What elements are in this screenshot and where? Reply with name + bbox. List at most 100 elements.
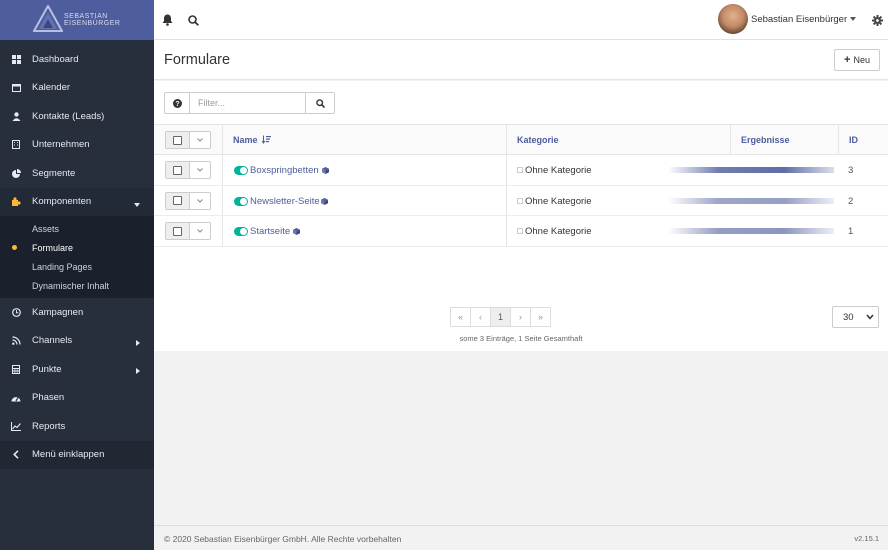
form-name-link[interactable]: Newsletter-Seite xyxy=(250,196,320,207)
column-divider xyxy=(506,216,507,246)
svg-text:?: ? xyxy=(175,101,179,108)
sidebar-item-label: Kalender xyxy=(32,82,71,94)
filter-help-button[interactable]: ? xyxy=(164,92,190,114)
gear-icon[interactable] xyxy=(870,13,884,27)
sidebar-item-reports[interactable]: Reports xyxy=(0,412,154,441)
sub-item-assets[interactable]: Assets xyxy=(0,219,154,238)
column-divider xyxy=(506,185,507,215)
new-button[interactable]: + Neu xyxy=(834,49,880,71)
logo[interactable]: SEBASTIAN EISENBÜRGER xyxy=(0,0,154,40)
row-checkbox[interactable] xyxy=(165,191,211,210)
sidebar-item-contacts[interactable]: Kontakte (Leads) xyxy=(0,102,154,131)
search-icon xyxy=(315,98,325,108)
next-page-button[interactable]: › xyxy=(510,307,531,327)
column-header-name-label: Name xyxy=(233,135,258,145)
first-page-button[interactable]: « xyxy=(450,307,471,327)
pagination-info: some 3 Einträge, 1 Seite Gesamthaft xyxy=(459,334,583,343)
category-color-box xyxy=(517,167,523,173)
sidebar-item-label: Reports xyxy=(32,420,66,432)
search-icon[interactable] xyxy=(186,13,200,27)
page-limit-value: 30 xyxy=(843,311,854,323)
published-toggle[interactable] xyxy=(234,227,248,236)
sub-item-forms[interactable]: Formulare xyxy=(0,238,154,257)
sidebar-item-label: Punkte xyxy=(32,363,62,375)
checkbox-square xyxy=(173,165,182,175)
sidebar-item-label: Menü einklappen xyxy=(32,449,105,461)
column-divider xyxy=(506,125,507,154)
sidebar-item-label: Segmente xyxy=(32,167,76,179)
sidebar-item-label: Kampagnen xyxy=(32,306,84,318)
sidebar-item-points[interactable]: Punkte xyxy=(0,355,154,384)
column-divider xyxy=(222,125,223,154)
sidebar-item-dashboard[interactable]: Dashboard xyxy=(0,45,154,74)
sidebar-item-stages[interactable]: Phasen xyxy=(0,384,154,413)
table-row: Startseite Ohne Kategorie 1 xyxy=(154,216,888,247)
sub-item-landing-pages[interactable]: Landing Pages xyxy=(0,257,154,276)
logo-text: SEBASTIAN EISENBÜRGER xyxy=(64,13,121,27)
sidebar-item-calendar[interactable]: Kalender xyxy=(0,74,154,103)
row-checkbox[interactable] xyxy=(165,222,211,240)
cube-icon xyxy=(322,167,329,174)
sub-item-label: Landing Pages xyxy=(32,261,93,272)
sidebar-item-segments[interactable]: Segmente xyxy=(0,159,154,188)
collapse-menu-button[interactable]: Menü einklappen xyxy=(0,440,154,469)
calculator-icon xyxy=(11,364,21,374)
caret-right-icon xyxy=(136,366,140,377)
avatar[interactable] xyxy=(718,4,748,34)
published-toggle[interactable] xyxy=(234,196,248,206)
components-submenu: Assets Formulare Landing Pages Dynamisch… xyxy=(0,216,154,298)
column-header-results[interactable]: Ergebnisse xyxy=(741,135,790,145)
top-bar: Sebastian Eisenbürger xyxy=(154,0,888,40)
sidebar-item-companies[interactable]: Unternehmen xyxy=(0,131,154,160)
published-toggle[interactable] xyxy=(234,166,248,175)
results-sparkline xyxy=(668,228,834,234)
filter-search-button[interactable] xyxy=(306,92,335,114)
main-content: Formulare + Neu ? Filter... Name Kategor… xyxy=(154,40,888,550)
caret-down-icon[interactable] xyxy=(850,17,856,21)
footer: © 2020 Sebastian Eisenbürger GmbH. Alle … xyxy=(154,525,888,550)
category-color-box xyxy=(517,197,523,204)
results-sparkline xyxy=(668,167,834,173)
page-button[interactable]: 1 xyxy=(490,307,511,327)
chevron-down-icon[interactable] xyxy=(190,223,210,239)
checkbox-square xyxy=(173,226,182,236)
last-page-button[interactable]: » xyxy=(530,307,551,327)
sub-item-label: Assets xyxy=(32,223,60,234)
sidebar-item-label: Kontakte (Leads) xyxy=(32,110,105,122)
column-header-category[interactable]: Kategorie xyxy=(517,135,559,145)
checkbox-square xyxy=(173,196,182,205)
tachometer-icon xyxy=(11,393,21,403)
column-divider xyxy=(838,125,839,154)
bell-icon[interactable] xyxy=(160,13,174,27)
select-all-checkbox[interactable] xyxy=(165,131,211,149)
form-name-link[interactable]: Boxspringbetten xyxy=(250,165,319,176)
column-header-name[interactable]: Name xyxy=(233,135,272,145)
column-divider xyxy=(730,125,731,154)
chevron-down-icon[interactable] xyxy=(190,132,210,148)
page-header: Formulare + Neu xyxy=(154,40,888,80)
page-limit-select[interactable]: 30 xyxy=(832,306,879,328)
column-divider xyxy=(222,185,223,215)
active-dot-icon xyxy=(12,245,17,250)
user-name[interactable]: Sebastian Eisenbürger xyxy=(751,14,847,25)
checkbox xyxy=(166,162,190,178)
chevron-down-icon[interactable] xyxy=(190,193,210,209)
cube-icon xyxy=(293,228,300,235)
clock-icon xyxy=(11,307,21,317)
sub-item-dynamic-content[interactable]: Dynamischer Inhalt xyxy=(0,276,154,295)
form-id: 3 xyxy=(848,165,854,176)
chevron-down-icon xyxy=(866,314,874,320)
filter-input[interactable]: Filter... xyxy=(190,92,306,114)
chevron-down-icon[interactable] xyxy=(190,162,210,178)
column-header-id[interactable]: ID xyxy=(849,135,858,145)
form-name-link[interactable]: Startseite xyxy=(250,226,290,237)
form-id: 1 xyxy=(848,226,854,237)
sidebar-item-label: Channels xyxy=(32,335,73,347)
sidebar-item-campaigns[interactable]: Kampagnen xyxy=(0,298,154,327)
row-checkbox[interactable] xyxy=(165,161,211,179)
rss-icon xyxy=(11,336,21,346)
sidebar-item-channels[interactable]: Channels xyxy=(0,327,154,356)
prev-page-button[interactable]: ‹ xyxy=(470,307,491,327)
sidebar-item-components[interactable]: Komponenten xyxy=(0,187,154,216)
footer-version: v2.15.1 xyxy=(854,534,879,543)
